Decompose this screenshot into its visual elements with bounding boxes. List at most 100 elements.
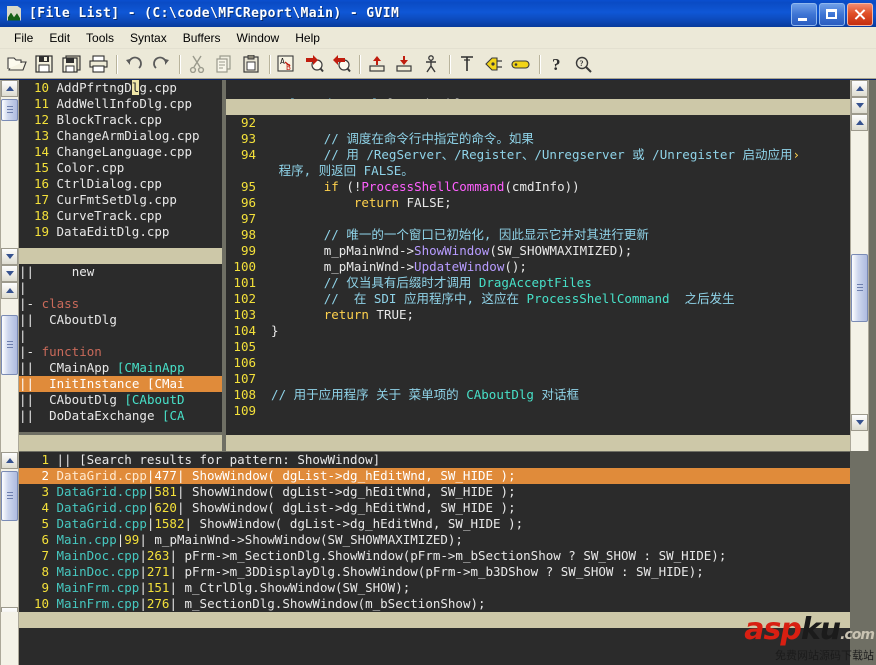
code-line[interactable]: 92 — [226, 115, 850, 131]
minibuf-scroll-down-button[interactable] — [851, 97, 868, 114]
quickfix-row[interactable]: 9 MainFrm.cpp|151| m_CtrlDlg.ShowWindow(… — [19, 580, 850, 596]
list-item[interactable]: 15 Color.cpp — [19, 160, 222, 176]
save-session-icon[interactable] — [391, 51, 417, 77]
code-line[interactable]: 106 — [226, 355, 850, 371]
quickfix-row[interactable]: 1 || [Search results for pattern: ShowWi… — [19, 452, 850, 468]
list-item[interactable]: 17 CurFmtSetDlg.cpp — [19, 192, 222, 208]
print-icon[interactable] — [85, 51, 111, 77]
quickfix-row[interactable]: 3 DataGrid.cpp|581| ShowWindow( dgList->… — [19, 484, 850, 500]
tag-list-scroll-up-button[interactable] — [1, 282, 18, 299]
code-line[interactable]: 93 // 调度在命令行中指定的命令。如果 — [226, 131, 850, 147]
list-item[interactable]: |- class — [19, 296, 222, 312]
code-line[interactable]: 108 // 用于应用程序 关于 菜单项的 CAboutDlg 对话框 — [226, 387, 850, 403]
list-item[interactable]: |- function — [19, 344, 222, 360]
code-line[interactable]: 105 — [226, 339, 850, 355]
minimize-button[interactable] — [791, 3, 817, 26]
quickfix-row[interactable]: 7 MainDoc.cpp|263| pFrm->m_SectionDlg.Sh… — [19, 548, 850, 564]
build-tags-icon[interactable] — [481, 51, 507, 77]
tag-list-scroll-down-button[interactable] — [1, 265, 18, 282]
code-line[interactable]: 98 // 唯一的一个窗口已初始化, 因此显示它并对其进行更新 — [226, 227, 850, 243]
quickfix-row[interactable]: 5 DataGrid.cpp|1582| ShowWindow( dgList-… — [19, 516, 850, 532]
list-item[interactable]: || DoDataExchange [CA — [19, 408, 222, 424]
list-item[interactable]: 12 BlockTrack.cpp — [19, 112, 222, 128]
tag-list-pane[interactable]: || new | |- class || CAboutDlg | |- func… — [19, 264, 222, 432]
code-line[interactable]: 97 — [226, 211, 850, 227]
load-session-icon[interactable] — [364, 51, 390, 77]
quickfix-row[interactable]: 6 Main.cpp|99| m_pMainWnd->ShowWindow(SW… — [19, 532, 850, 548]
editor-scroll-up-button[interactable] — [851, 114, 868, 131]
list-item-selected[interactable]: || InitInstance [CMai — [19, 376, 222, 392]
quickfix-row[interactable]: 4 DataGrid.cpp|620| ShowWindow( dgList->… — [19, 500, 850, 516]
code-line[interactable]: 95 if (!ProcessShellCommand(cmdInfo)) — [226, 179, 850, 195]
code-line[interactable]: 96 return FALSE; — [226, 195, 850, 211]
open-file-icon[interactable] — [4, 51, 30, 77]
file-list-scroll-thumb[interactable] — [1, 99, 18, 121]
list-item[interactable]: 13 ChangeArmDialog.cpp — [19, 128, 222, 144]
quickfix-scroll-up-button[interactable] — [1, 452, 18, 469]
list-item[interactable]: || CMainApp [CMainApp — [19, 360, 222, 376]
save-file-icon[interactable] — [31, 51, 57, 77]
code-line[interactable]: 94 // 用 /RegServer、/Register、/Unregserve… — [226, 147, 850, 163]
menu-syntax[interactable]: Syntax — [122, 29, 175, 47]
editor-scroll-thumb[interactable] — [851, 254, 868, 322]
file-list-pane[interactable]: 10 AddPfrtngDlg.cpp 11 AddWellInfoDlg.cp… — [19, 80, 222, 248]
undo-icon[interactable] — [121, 51, 147, 77]
list-item[interactable]: 11 AddWellInfoDlg.cpp — [19, 96, 222, 112]
list-item[interactable]: | — [19, 280, 222, 296]
code-line[interactable]: 102 // 在 SDI 应用程序中, 这应在 ProcessShellComm… — [226, 291, 850, 307]
run-script-icon[interactable] — [418, 51, 444, 77]
file-list-scroll-up-button[interactable] — [1, 80, 18, 97]
find-prev-icon[interactable] — [328, 51, 354, 77]
find-next-icon[interactable] — [301, 51, 327, 77]
close-button[interactable] — [847, 3, 873, 26]
code-line[interactable]: 109 — [226, 403, 850, 419]
maximize-button[interactable] — [819, 3, 845, 26]
list-item[interactable]: 14 ChangeLanguage.cpp — [19, 144, 222, 160]
list-item[interactable]: 10 AddPfrtngDlg.cpp — [19, 80, 222, 96]
code-line[interactable]: 107 — [226, 371, 850, 387]
quickfix-scroll-thumb[interactable] — [1, 471, 18, 521]
tag-list-scroll-thumb[interactable] — [1, 315, 18, 375]
file-list-scroll-down-button[interactable] — [1, 248, 18, 265]
find-replace-icon[interactable]: AB — [274, 51, 300, 77]
editor-scrollbar[interactable] — [850, 114, 869, 451]
list-item[interactable]: 18 CurveTrack.cpp — [19, 208, 222, 224]
find-help-icon[interactable]: ? — [571, 51, 597, 77]
menu-file[interactable]: File — [6, 29, 41, 47]
copy-icon[interactable] — [211, 51, 237, 77]
paste-icon[interactable] — [238, 51, 264, 77]
list-item[interactable]: 19 DataEditDlg.cpp — [19, 224, 222, 240]
command-area-scrollbar[interactable] — [0, 612, 19, 665]
tag-list-scrollbar[interactable] — [0, 265, 19, 452]
code-line[interactable]: 101 // 仅当具有后缀时才调用 DragAcceptFiles — [226, 275, 850, 291]
editor-scroll-down-button[interactable] — [851, 414, 868, 431]
menu-buffers[interactable]: Buffers — [175, 29, 229, 47]
code-line-wrap[interactable]: 程序, 则返回 FALSE。 — [226, 163, 850, 179]
command-line[interactable] — [19, 628, 850, 665]
jump-tag-icon[interactable] — [508, 51, 534, 77]
menu-window[interactable]: Window — [229, 29, 288, 47]
save-all-icon[interactable] — [58, 51, 84, 77]
menu-tools[interactable]: Tools — [78, 29, 122, 47]
minibuf-scroll-up-button[interactable] — [851, 80, 868, 97]
code-line[interactable]: 99 m_pMainWnd->ShowWindow(SW_SHOWMAXIMIZ… — [226, 243, 850, 259]
redo-icon[interactable] — [148, 51, 174, 77]
list-item[interactable]: || CAboutDlg — [19, 312, 222, 328]
menu-edit[interactable]: Edit — [41, 29, 78, 47]
cut-icon[interactable] — [184, 51, 210, 77]
quickfix-row[interactable]: 10 MainFrm.cpp|276| m_SectionDlg.ShowWin… — [19, 596, 850, 612]
quickfix-row-selected[interactable]: 2 DataGrid.cpp|477| ShowWindow( dgList->… — [19, 468, 850, 484]
make-icon[interactable] — [454, 51, 480, 77]
file-list-scrollbar[interactable] — [0, 80, 19, 265]
code-line[interactable]: 104 } — [226, 323, 850, 339]
menu-help[interactable]: Help — [287, 29, 328, 47]
list-item[interactable]: || CAboutDlg [CAboutD — [19, 392, 222, 408]
minibuf-scrollbar[interactable] — [850, 80, 869, 114]
help-icon[interactable]: ? — [544, 51, 570, 77]
list-item[interactable]: || new — [19, 264, 222, 280]
quickfix-row[interactable]: 8 MainDoc.cpp|271| pFrm->m_3DDisplayDlg.… — [19, 564, 850, 580]
code-editor-pane[interactable]: 92 93 // 调度在命令行中指定的命令。如果 94 // 用 /RegSer… — [226, 115, 850, 435]
minibufexplorer-pane[interactable]: [1:Main.cpp]*[2:Main.h] — [226, 80, 850, 99]
quickfix-pane[interactable]: 1 || [Search results for pattern: ShowWi… — [19, 452, 850, 612]
code-line[interactable]: 103 return TRUE; — [226, 307, 850, 323]
